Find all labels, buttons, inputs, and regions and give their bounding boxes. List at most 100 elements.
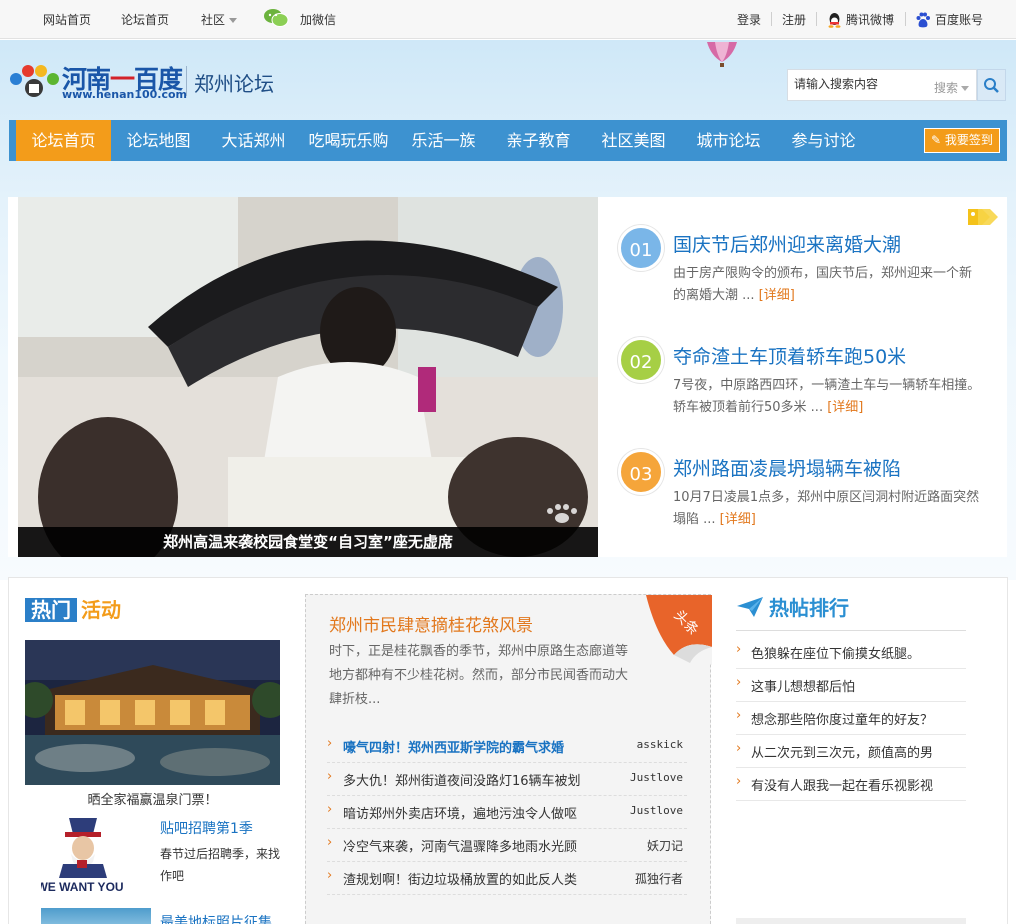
activity-title-landmark[interactable]: 最美地标照片征集	[160, 912, 272, 924]
wechat-icon[interactable]	[263, 8, 289, 28]
poster-text: WE WANT YOU!	[41, 880, 123, 894]
register-link[interactable]: 注册	[782, 11, 806, 28]
feature-caption[interactable]: 郑州高温来袭校园食堂变“自习室”座无虚席	[18, 527, 598, 557]
list-item[interactable]: › 有没有人跟我一起在看乐视影视	[736, 768, 966, 801]
signin-button[interactable]: ✎ 我要签到	[924, 128, 1000, 153]
baidu-account-link[interactable]: 百度账号	[935, 11, 983, 28]
qq-icon	[828, 13, 841, 28]
hot-posts-bottom-strip	[736, 918, 966, 924]
hot-posts-title: 热帖排行	[769, 596, 849, 620]
chevron-right-icon: ›	[736, 708, 742, 723]
nav-item-city-forum[interactable]: 城市论坛	[681, 120, 776, 161]
nav-item-photos[interactable]: 社区美图	[586, 120, 681, 161]
search-type-select[interactable]: 搜索	[934, 79, 970, 96]
nav-item-discuss[interactable]: 参与讨论	[776, 120, 871, 161]
news-number-badge: 01	[618, 225, 664, 271]
news-number-badge: 02	[618, 337, 664, 383]
list-item-title[interactable]: 嚎气四射！郑州西亚斯学院的霸气求婚	[343, 737, 564, 756]
chevron-right-icon: ›	[327, 802, 333, 817]
search-input[interactable]: 请输入搜索内容 搜索	[787, 69, 977, 101]
community-menu[interactable]: 社区	[201, 11, 238, 28]
list-item-title[interactable]: 渣规划啊！街边垃圾桶放置的如此反人类	[343, 869, 577, 888]
list-item[interactable]: › 多大仇！郑州街道夜间没路灯16辆车被划 Justlove	[327, 763, 687, 796]
list-item[interactable]: › 渣规划啊！街边垃圾桶放置的如此反人类 孤独行者	[327, 862, 687, 895]
list-item[interactable]: › 色狼躲在座位下偷摸女纸腿。	[736, 636, 966, 669]
activity-photo-hot-spring[interactable]	[25, 640, 280, 785]
list-item[interactable]: › 暗访郑州外卖店环境，遍地污浊令人做呕 Justlove	[327, 796, 687, 829]
nav-item-forum-map[interactable]: 论坛地图	[111, 120, 206, 161]
hot-post-title[interactable]: 有没有人跟我一起在看乐视影视	[751, 775, 933, 794]
chevron-down-icon	[229, 18, 238, 23]
hot-activities-title: 热门 活动	[25, 594, 121, 623]
chevron-right-icon: ›	[327, 736, 333, 751]
headline-title[interactable]: 郑州市民肆意摘桂花煞风景	[329, 611, 533, 636]
list-item-title[interactable]: 多大仇！郑州街道夜间没路灯16辆车被划	[343, 770, 581, 789]
login-link[interactable]: 登录	[737, 11, 761, 28]
site-home-link[interactable]: 网站首页	[43, 11, 91, 28]
activity-title-recruit[interactable]: 贴吧招聘第1季	[160, 818, 253, 838]
forum-name: 郑州论坛	[194, 72, 274, 96]
tencent-weibo-link[interactable]: 腾讯微博	[846, 11, 894, 28]
list-item-author[interactable]: Justlove	[630, 804, 683, 817]
news-desc: 由于房产限购令的颁布，国庆节后，郑州迎来一个新的离婚大潮 ... [详细]	[673, 266, 973, 303]
nav-item-zhengzhou-talk[interactable]: 大话郑州	[206, 120, 301, 161]
news-title[interactable]: 国庆节后郑州迎来离婚大潮	[673, 230, 901, 257]
news-more-link[interactable]: [详细]	[827, 400, 863, 415]
news-title[interactable]: 郑州路面凌晨坍塌辆车被陷	[673, 454, 901, 481]
activity-desc-recruit: 春节过后招聘季，来找作吧	[160, 847, 281, 883]
nav-item-lohas[interactable]: 乐活一族	[396, 120, 491, 161]
news-item[interactable]: 03 郑州路面凌晨坍塌辆车被陷 10月7日凌晨1点多，郑州中原区闫洞村附近路面突…	[618, 449, 988, 549]
hot-post-title[interactable]: 这事儿想想都后怕	[751, 676, 855, 695]
news-more-link[interactable]: [详细]	[720, 512, 756, 527]
logo-dots-icon	[10, 65, 59, 97]
search-button[interactable]	[977, 69, 1006, 101]
list-item[interactable]: › 嚎气四射！郑州西亚斯学院的霸气求婚 asskick	[327, 730, 687, 763]
hot-post-title[interactable]: 想念那些陪你度过童年的好友？	[751, 709, 933, 728]
news-item[interactable]: 02 夺命渣土车顶着轿车跑50米 7号夜，中原路西四环，一辆渣土车与一辆轿车相撞…	[618, 337, 988, 437]
headline-corner-tag-icon: 头条	[646, 595, 712, 665]
chevron-right-icon: ›	[736, 774, 742, 789]
news-title[interactable]: 夺命渣土车顶着轿车跑50米	[673, 342, 906, 369]
divider	[816, 12, 817, 26]
paper-plane-icon	[737, 597, 763, 617]
headline-list: › 嚎气四射！郑州西亚斯学院的霸气求婚 asskick › 多大仇！郑州街道夜间没路灯…	[327, 730, 687, 895]
chevron-right-icon: ›	[327, 769, 333, 784]
community-label: 社区	[201, 13, 226, 27]
nav-item-forum-home[interactable]: 论坛首页	[16, 120, 111, 161]
list-item[interactable]: › 想念那些陪你度过童年的好友？	[736, 702, 966, 735]
logo-divider	[186, 66, 187, 96]
activity-thumbnail-landmark[interactable]	[41, 908, 151, 924]
divider	[736, 630, 966, 631]
add-wechat-link[interactable]: 加微信	[300, 11, 336, 28]
hot-post-title[interactable]: 色狼躲在座位下偷摸女纸腿。	[751, 643, 920, 662]
list-item-title[interactable]: 冷空气来袭，河南气温骤降多地雨水光顾	[343, 836, 577, 855]
list-item-author[interactable]: 妖刀记	[647, 837, 683, 854]
list-item-author[interactable]: 孤独行者	[635, 870, 683, 887]
top-bar: 网站首页 论坛首页 社区 加微信 登录 注册 腾讯微博 百度账号	[0, 0, 1016, 39]
activity-caption[interactable]: 晒全家福赢温泉门票！	[25, 789, 280, 808]
list-item-author[interactable]: Justlove	[630, 771, 683, 784]
forum-home-link[interactable]: 论坛首页	[121, 11, 169, 28]
list-item-author[interactable]: asskick	[637, 738, 683, 751]
news-desc: 10月7日凌晨1点多，郑州中原区闫洞村附近路面突然塌陷 ... [详细]	[673, 490, 980, 527]
pencil-icon: ✎	[931, 133, 945, 147]
logo-url: www.henan100.com	[62, 88, 188, 101]
search-placeholder: 请输入搜索内容	[794, 77, 879, 91]
hot-spring-resort-photo	[25, 640, 280, 785]
chevron-right-icon: ›	[736, 642, 742, 657]
activity-thumbnail-recruit[interactable]: WE WANT YOU!	[36, 814, 128, 894]
list-item[interactable]: › 从二次元到三次元，颜值高的男	[736, 735, 966, 768]
nav-item-parenting[interactable]: 亲子教育	[491, 120, 586, 161]
chevron-right-icon: ›	[736, 675, 742, 690]
chevron-down-icon	[961, 86, 970, 91]
baidu-paw-watermark-icon	[547, 504, 577, 523]
nav-item-food-fun[interactable]: 吃喝玩乐购	[301, 120, 396, 161]
list-item[interactable]: › 这事儿想想都后怕	[736, 669, 966, 702]
feature-photo[interactable]: 郑州高温来袭校园食堂变“自习室”座无虚席	[18, 197, 598, 557]
list-item[interactable]: › 冷空气来袭，河南气温骤降多地雨水光顾 妖刀记	[327, 829, 687, 862]
list-item-title[interactable]: 暗访郑州外卖店环境，遍地污浊令人做呕	[343, 803, 577, 822]
news-item[interactable]: 01 国庆节后郑州迎来离婚大潮 由于房产限购令的颁布，国庆节后，郑州迎来一个新的…	[618, 225, 988, 325]
chevron-right-icon: ›	[327, 835, 333, 850]
hot-post-title[interactable]: 从二次元到三次元，颜值高的男	[751, 742, 933, 761]
news-more-link[interactable]: [详细]	[759, 288, 795, 303]
